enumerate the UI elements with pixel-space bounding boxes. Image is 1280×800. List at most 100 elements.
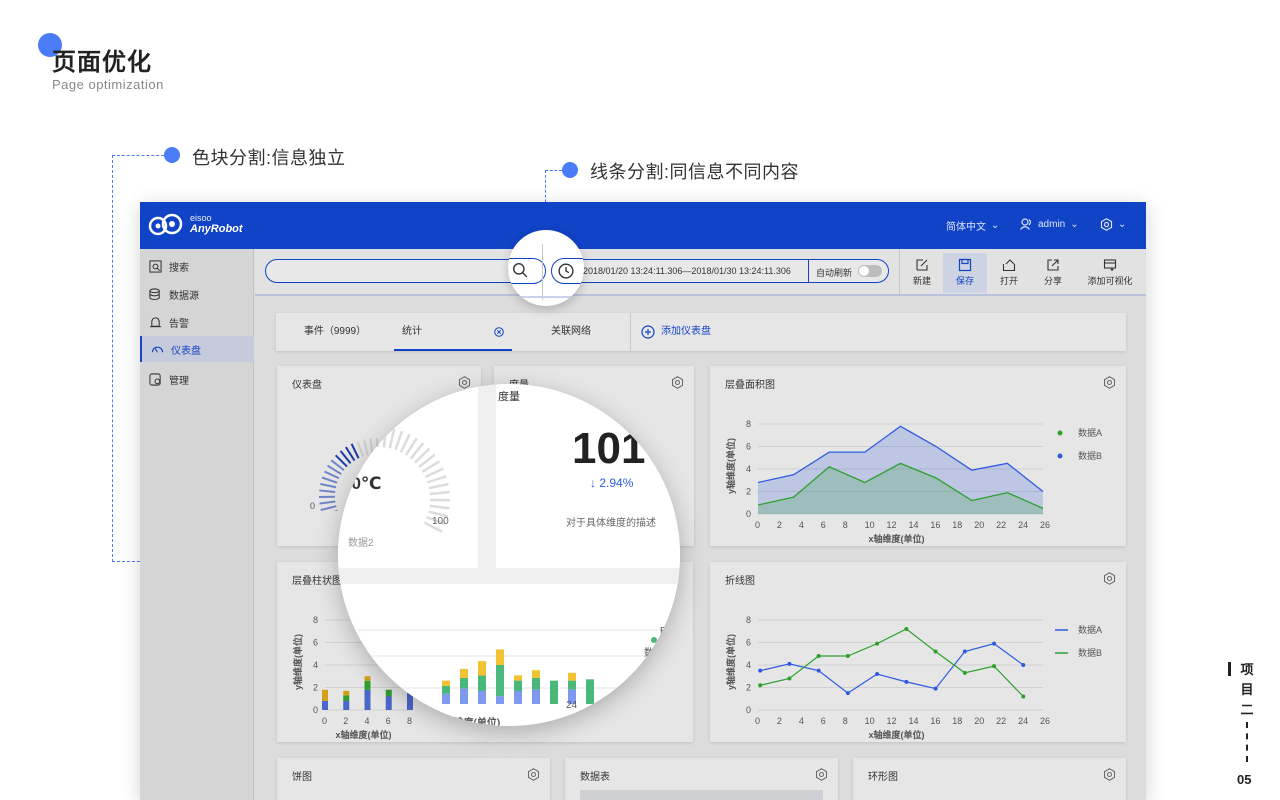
- open-label: 打开: [999, 276, 1018, 286]
- data-point: [992, 664, 997, 669]
- tab-events[interactable]: 事件（9999）: [276, 313, 394, 351]
- x-axis-label: x轴维度(单位): [336, 729, 392, 740]
- add-visual-button[interactable]: 添加可视化: [1081, 253, 1139, 293]
- data-point: [816, 654, 821, 658]
- data-point: [1021, 663, 1026, 667]
- y-tick-label: 4: [746, 464, 751, 474]
- x-tick-label: 26: [602, 700, 614, 711]
- dashboard-tabs: 事件（9999） 统计 关联网络 添加仪表盘: [276, 313, 1126, 351]
- x-tick-label: 8: [843, 716, 848, 726]
- sidebar-item-dashboard[interactable]: 仪表盘: [140, 336, 254, 362]
- add-visual-icon: [1103, 259, 1117, 271]
- y-tick-label: 2: [746, 683, 751, 693]
- close-icon[interactable]: [494, 327, 504, 337]
- gauge-tick: [388, 428, 396, 449]
- bar-segment: [322, 701, 328, 710]
- x-tick-label: 20: [974, 520, 984, 530]
- bar-segment: [442, 680, 450, 686]
- settings-menu[interactable]: ⌄: [1100, 218, 1126, 231]
- ring-card: 环形图: [853, 758, 1126, 800]
- save-button[interactable]: 保存: [943, 253, 987, 293]
- gear-icon[interactable]: [1103, 572, 1116, 585]
- line-chart: 024680 2 4 6 8 10 12 14 16 18 20 22 24 26x轴维度(单位)y轴维度…: [725, 615, 1102, 740]
- pie-card: 饼图: [277, 758, 550, 800]
- y-tick-label: 8: [746, 419, 751, 429]
- chevron-down-icon: ⌄: [991, 220, 1000, 231]
- section-label: 项 目 二: [1240, 660, 1254, 720]
- brand-logo[interactable]: eisoo AnyRobot: [148, 211, 243, 237]
- data-point: [904, 679, 909, 684]
- toolbar: 2018/01/20 13:24:11.306—2018/01/30 13:24…: [255, 249, 1146, 296]
- open-button[interactable]: 打开: [987, 253, 1031, 293]
- y-tick-label: 0: [313, 705, 318, 715]
- card-title: 层叠面积图: [725, 380, 775, 391]
- callout2-line: [545, 170, 562, 171]
- gauge-tick: [352, 430, 362, 451]
- x-tick-label: 16: [930, 520, 940, 530]
- section-char: 二: [1240, 702, 1254, 717]
- gauge-tick: [394, 430, 404, 451]
- new-label: 新建: [912, 276, 931, 286]
- add-dashboard-label: 添加仪表盘: [661, 326, 711, 337]
- page-marker-bar: [1228, 662, 1231, 676]
- area-chart: 024680 2 4 6 8 10 12 14 16 18 20 22 24 26x轴维度(单位)y轴维度…: [725, 419, 1102, 544]
- bar-segment: [478, 691, 486, 704]
- alarm-icon: [149, 316, 162, 327]
- gear-icon[interactable]: [1103, 376, 1116, 389]
- user-menu[interactable]: admin ⌄: [1020, 218, 1079, 230]
- x-tick-label: 4: [799, 716, 804, 726]
- sidebar-item-search[interactable]: 搜索: [140, 253, 254, 279]
- gauge-tick: [382, 427, 388, 448]
- x-tick-label: 26: [1040, 716, 1050, 726]
- gauge-tick: [368, 427, 374, 448]
- card-title: 层叠柱状图: [292, 576, 342, 587]
- y-axis-label: y轴维度(单位): [292, 634, 303, 690]
- data-point: [845, 691, 850, 696]
- section-char: 目: [1240, 682, 1254, 697]
- gauge-tick: [319, 489, 336, 493]
- bar-segment: [532, 678, 540, 690]
- new-button[interactable]: 新建: [900, 253, 944, 293]
- share-icon: [1047, 259, 1059, 271]
- sidebar-item-label: 数据源: [169, 290, 199, 302]
- x-tick-label: 10: [865, 520, 875, 530]
- sidebar-item-alarm[interactable]: 告警: [140, 309, 254, 335]
- gauge-tick: [320, 505, 337, 511]
- x-tick-label: 2: [777, 520, 782, 530]
- bar-segment: [514, 675, 522, 681]
- data-point: [787, 661, 792, 666]
- auto-refresh-toggle[interactable]: [858, 265, 882, 277]
- y-tick-label: 6: [746, 442, 751, 452]
- language-select[interactable]: 简体中文 ⌄: [946, 218, 999, 233]
- slide-subtitle: Page optimization: [52, 77, 164, 92]
- y-tick-label: 6: [746, 638, 751, 648]
- data-point: [933, 649, 938, 654]
- sidebar-item-datasource[interactable]: 数据源: [140, 281, 254, 307]
- data-point: [904, 627, 909, 631]
- card-title: 仪表盘: [292, 380, 322, 391]
- time-range-picker[interactable]: 2018/01/20 13:24:11.306—2018/01/30 13:24…: [551, 259, 889, 283]
- clock-icon: [558, 263, 574, 279]
- gear-icon[interactable]: [527, 768, 540, 781]
- add-visual-label: 添加可视化: [1087, 276, 1133, 286]
- legend-label: 数据A: [1078, 427, 1102, 438]
- add-dashboard-button[interactable]: 添加仪表盘: [641, 313, 721, 351]
- stacked-bar-zoom: 24 26 x轴维度(单位) B 数据C: [358, 626, 671, 726]
- gear-icon[interactable]: [815, 768, 828, 781]
- tab-stats[interactable]: 统计: [394, 313, 512, 351]
- legend-swatch: [651, 637, 657, 643]
- tab-network[interactable]: 关联网络: [512, 313, 630, 351]
- edit-icon: [916, 259, 928, 271]
- gauge-caption: 数据2: [348, 538, 374, 549]
- legend-label: 数据B: [1078, 450, 1102, 461]
- search-input[interactable]: [265, 259, 530, 283]
- share-button[interactable]: 分享: [1031, 253, 1075, 293]
- y-tick-label: 0: [746, 509, 751, 519]
- gauge-tick: [429, 504, 450, 510]
- sidebar-item-manage[interactable]: 管理: [140, 366, 254, 392]
- page-dash: [1246, 722, 1248, 762]
- bar-segment: [478, 675, 486, 691]
- x-tick-label: 4: [799, 520, 804, 530]
- gear-icon[interactable]: [1103, 768, 1116, 781]
- legend-label: 数据C: [644, 646, 671, 659]
